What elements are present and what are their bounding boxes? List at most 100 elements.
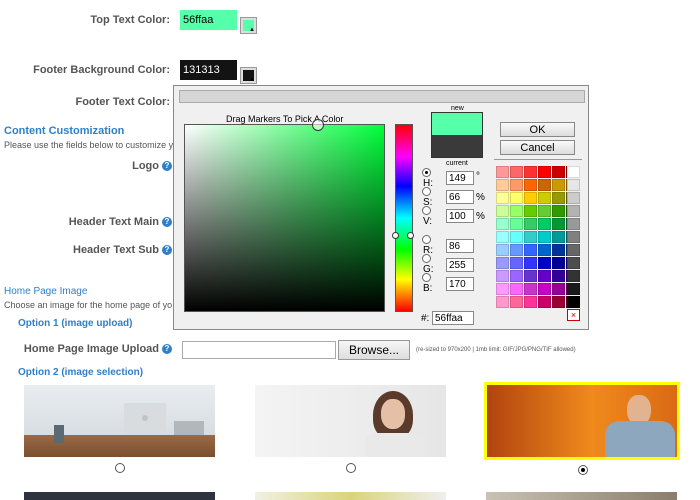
saturation-mode-radio[interactable] [422,187,431,196]
palette-swatch[interactable] [524,218,537,230]
red-mode-radio[interactable] [422,235,431,244]
help-icon[interactable]: ? [162,344,172,355]
help-icon[interactable]: ? [162,161,172,172]
palette-swatch[interactable] [510,257,523,269]
g-input[interactable]: 255 [446,258,474,272]
palette-swatch[interactable] [552,296,565,308]
palette-swatch[interactable] [552,244,565,256]
palette-swatch[interactable] [538,166,551,178]
palette-swatch[interactable] [524,283,537,295]
v-input[interactable]: 100 [446,209,474,223]
footer-bg-color-picker-button[interactable]: ▲ [240,67,257,84]
palette-swatch[interactable] [510,283,523,295]
home-image-option-2[interactable] [255,385,446,457]
no-color-icon[interactable]: × [567,309,580,321]
palette-swatch[interactable] [552,270,565,282]
footer-bg-color-input[interactable]: 131313 [180,60,237,80]
green-mode-radio[interactable] [422,254,431,263]
palette-swatch[interactable] [538,218,551,230]
gray-swatch[interactable] [567,257,580,269]
gray-swatch[interactable] [567,192,580,204]
palette-swatch[interactable] [552,166,565,178]
palette-swatch[interactable] [524,231,537,243]
palette-swatch[interactable] [496,270,509,282]
ok-button[interactable]: OK [500,122,575,137]
palette-swatch[interactable] [510,218,523,230]
palette-swatch[interactable] [510,244,523,256]
hue-slider[interactable] [392,124,414,312]
gray-swatch[interactable] [567,231,580,243]
b-input[interactable]: 170 [446,277,474,291]
palette-swatch[interactable] [524,270,537,282]
palette-swatch[interactable] [524,244,537,256]
color-picker-dialog[interactable]: Drag Markers To Pick A Color new current… [173,85,589,330]
gray-swatch[interactable] [567,205,580,217]
s-input[interactable]: 66 [446,190,474,204]
palette-swatch[interactable] [496,231,509,243]
hex-input[interactable]: 56ffaa [432,311,474,325]
gray-swatch[interactable] [567,270,580,282]
current-color-swatch[interactable] [432,135,482,157]
palette-swatch[interactable] [552,257,565,269]
dialog-title-bar[interactable] [179,90,585,103]
palette-swatch[interactable] [510,296,523,308]
h-input[interactable]: 149 [446,171,474,185]
palette-swatch[interactable] [510,192,523,204]
palette-swatch[interactable] [496,283,509,295]
palette-swatch[interactable] [496,166,509,178]
palette-swatch[interactable] [538,257,551,269]
palette-swatch[interactable] [524,192,537,204]
blue-mode-radio[interactable] [422,273,431,282]
home-image-radio-1[interactable] [115,463,125,473]
help-icon[interactable]: ? [162,217,172,228]
top-text-color-picker-button[interactable]: ▲ [240,17,257,34]
palette-swatch[interactable] [510,270,523,282]
home-image-radio-2[interactable] [346,463,356,473]
palette-swatch[interactable] [524,296,537,308]
gray-swatch[interactable] [567,179,580,191]
gray-swatch[interactable] [567,244,580,256]
gray-swatch[interactable] [567,166,580,178]
hue-mode-radio[interactable] [422,168,431,177]
gray-swatch[interactable] [567,283,580,295]
palette-swatch[interactable] [538,205,551,217]
value-mode-radio[interactable] [422,206,431,215]
palette-swatch[interactable] [496,257,509,269]
palette-swatch[interactable] [552,283,565,295]
palette-swatch[interactable] [524,179,537,191]
cancel-button[interactable]: Cancel [500,140,575,155]
palette-swatch[interactable] [510,166,523,178]
palette-swatch[interactable] [510,231,523,243]
help-icon[interactable]: ? [162,245,172,256]
home-image-option-1[interactable] [24,385,215,457]
palette-swatch[interactable] [496,244,509,256]
palette-swatch[interactable] [496,296,509,308]
gray-swatch[interactable] [567,296,580,308]
palette-swatch[interactable] [552,192,565,204]
palette-swatch[interactable] [538,179,551,191]
palette-swatch[interactable] [538,244,551,256]
palette-swatch[interactable] [552,231,565,243]
palette-swatch[interactable] [496,218,509,230]
palette-swatch[interactable] [524,166,537,178]
palette-swatch[interactable] [538,296,551,308]
home-image-option-4[interactable] [24,492,215,500]
palette-swatch[interactable] [552,205,565,217]
top-text-color-input[interactable]: 56ffaa [180,10,237,30]
browse-button[interactable]: Browse... [338,340,410,360]
palette-swatch[interactable] [552,179,565,191]
home-image-option-3[interactable] [484,382,680,460]
palette-swatch[interactable] [510,205,523,217]
home-image-option-6[interactable] [486,492,677,500]
palette-swatch[interactable] [538,192,551,204]
palette-swatch[interactable] [552,218,565,230]
palette-swatch[interactable] [538,283,551,295]
palette-swatch[interactable] [524,205,537,217]
file-path-input[interactable] [182,341,336,359]
r-input[interactable]: 86 [446,239,474,253]
palette-swatch[interactable] [496,205,509,217]
palette-swatch[interactable] [510,179,523,191]
home-image-radio-3[interactable] [578,465,588,475]
sv-marker-icon[interactable] [312,119,324,131]
home-image-option-5[interactable] [255,492,446,500]
